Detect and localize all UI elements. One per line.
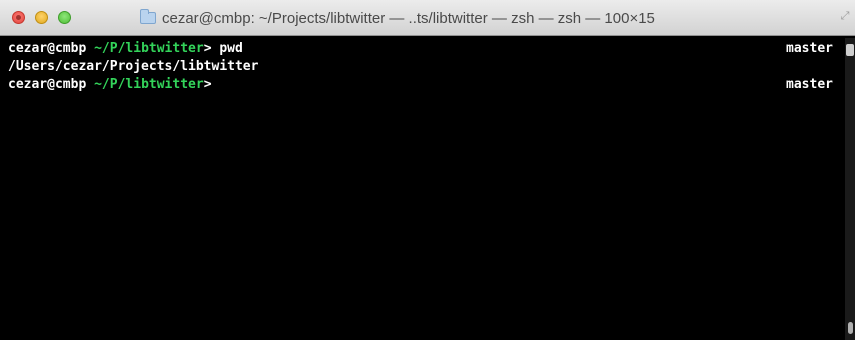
scrollbar-track[interactable] xyxy=(845,38,855,340)
terminal-content[interactable]: cezar@cmbp ~/P/libtwitter> pwd master /U… xyxy=(0,36,855,340)
command-text: pwd xyxy=(211,41,243,56)
user-host: cezar@cmbp xyxy=(8,77,87,92)
split-pane-icon[interactable] xyxy=(846,44,854,56)
terminal-output-line: /Users/cezar/Projects/libtwitter xyxy=(8,59,259,74)
prompt-char: > xyxy=(203,41,212,56)
folder-icon xyxy=(140,9,156,24)
user-host: cezar@cmbp xyxy=(8,41,87,56)
prompt-char: > xyxy=(203,77,212,92)
terminal-line: cezar@cmbp ~/P/libtwitter> pwd xyxy=(8,40,243,58)
fullscreen-icon[interactable]: ⤢ xyxy=(839,10,851,22)
prompt-path: ~/P/libtwitter xyxy=(94,77,204,92)
terminal-window: cezar@cmbp: ~/Projects/libtwitter — ..ts… xyxy=(0,0,855,340)
terminal-line: cezar@cmbp ~/P/libtwitter> xyxy=(8,76,212,94)
close-button[interactable] xyxy=(12,11,25,24)
git-branch-indicator: master xyxy=(786,41,833,56)
zoom-button[interactable] xyxy=(58,11,71,24)
window-title: cezar@cmbp: ~/Projects/libtwitter — ..ts… xyxy=(162,9,655,27)
git-branch-indicator: master xyxy=(786,77,833,92)
window-title-group: cezar@cmbp: ~/Projects/libtwitter — ..ts… xyxy=(140,8,760,28)
title-bar[interactable]: cezar@cmbp: ~/Projects/libtwitter — ..ts… xyxy=(0,0,855,36)
minimize-button[interactable] xyxy=(35,11,48,24)
scrollbar-thumb[interactable] xyxy=(848,322,853,334)
prompt-path: ~/P/libtwitter xyxy=(94,41,204,56)
